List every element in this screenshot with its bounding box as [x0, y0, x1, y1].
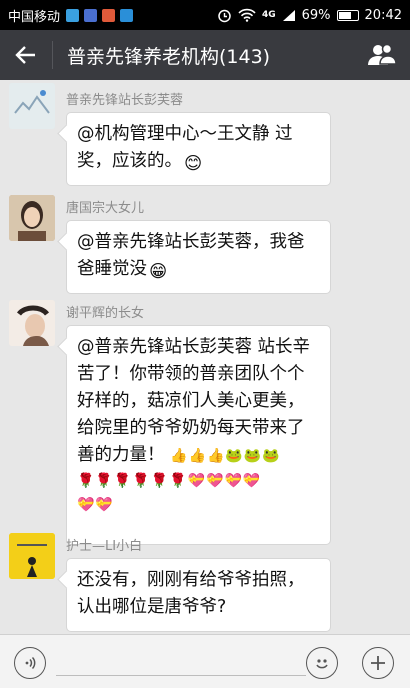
battery-icon [336, 9, 359, 21]
avatar[interactable] [9, 83, 55, 129]
battery-percent: 69% [301, 7, 331, 23]
message-bubble[interactable]: 还没有，刚刚有给爷爷拍照， 认出哪位是唐爷爷? [66, 558, 331, 632]
message-text: 还没有，刚刚有给爷爷拍照， [77, 570, 305, 590]
back-button[interactable] [0, 30, 52, 80]
message-bubble[interactable]: @普亲先锋站长彭芙蓉，我爸 爸睡觉没 😁 [66, 220, 331, 294]
group-members-icon [368, 43, 397, 65]
avatar[interactable] [9, 300, 55, 346]
alarm-icon [218, 9, 231, 22]
carrier-label: 中国移动 [8, 9, 61, 25]
nav-notification-icon [120, 8, 134, 22]
wifi-icon [238, 8, 256, 22]
photo-notification-icon [84, 8, 98, 22]
voice-input-icon [25, 656, 36, 670]
emoji-thumbs-frogs: 👍👍👍🐸🐸🐸 [170, 448, 281, 464]
page-title: 普亲先锋养老机构(143) [67, 45, 271, 68]
group-info-button[interactable] [354, 30, 410, 80]
message-bubble[interactable]: @机构管理中心～王文静 过 奖，应该的。 😊 [66, 112, 331, 186]
message-text: 好样的，菇凉们人美心更美， [77, 391, 305, 411]
smile-emoji: 😊 [184, 154, 203, 174]
network-type-label: 4G [261, 10, 276, 20]
avatar[interactable] [9, 195, 55, 241]
message-text: @机构管理中心～王文静 过 [77, 124, 293, 144]
sender-name: 普亲先锋站长彭芙蓉 [66, 93, 184, 108]
app-notification-icon [102, 8, 116, 22]
message-text: 认出哪位是唐爷爷? [77, 597, 227, 617]
signal-icon [282, 9, 295, 21]
voice-input-button[interactable] [14, 647, 46, 679]
message-text: 给院里的爷爷奶奶每天带来了 [77, 418, 305, 438]
message-bubble[interactable]: @普亲先锋站长彭芙蓉 站长辛 苦了！你带领的普亲团队个个 好样的，菇凉们人美心更… [66, 325, 331, 545]
message-text: 奖，应该的。 [77, 151, 182, 171]
message-input[interactable] [56, 675, 306, 676]
back-arrow-icon [15, 46, 35, 64]
clock: 20:42 [364, 7, 402, 23]
message-text: @普亲先锋站长彭芙蓉，我爸 [77, 232, 305, 252]
more-button[interactable] [362, 647, 394, 679]
emoji-icon [316, 659, 328, 669]
chat-header: 普亲先锋养老机构(143) [0, 30, 410, 80]
status-bar: 中国移动 4G 69% 20:42 [0, 0, 410, 30]
message-text: 苦了！你带领的普亲团队个个 [77, 364, 305, 384]
input-bar [0, 634, 410, 688]
emoji-button[interactable] [306, 647, 338, 679]
sender-name: 唐国宗大女儿 [66, 201, 145, 216]
sender-name: 护士—LI小白 [66, 539, 143, 554]
message-notification-icon [66, 8, 80, 22]
sender-name: 谢平辉的长女 [66, 306, 145, 321]
plus-icon [371, 656, 385, 670]
message-text: 善的力量！ [77, 445, 165, 465]
avatar[interactable] [9, 533, 55, 579]
message-text: 爸睡觉没 [77, 259, 147, 279]
emoji-hearts: 💝💝 [77, 497, 114, 513]
chat-message-list[interactable]: 普亲先锋站长彭芙蓉 @机构管理中心～王文静 过 奖，应该的。 😊 唐国宗大女儿 @… [0, 80, 410, 634]
emoji-roses-hearts: 🌹🌹🌹🌹🌹🌹💝💝💝💝 [77, 473, 262, 489]
grin-emoji: 😁 [149, 262, 168, 282]
message-text: @普亲先锋站长彭芙蓉 站长辛 [77, 337, 311, 357]
